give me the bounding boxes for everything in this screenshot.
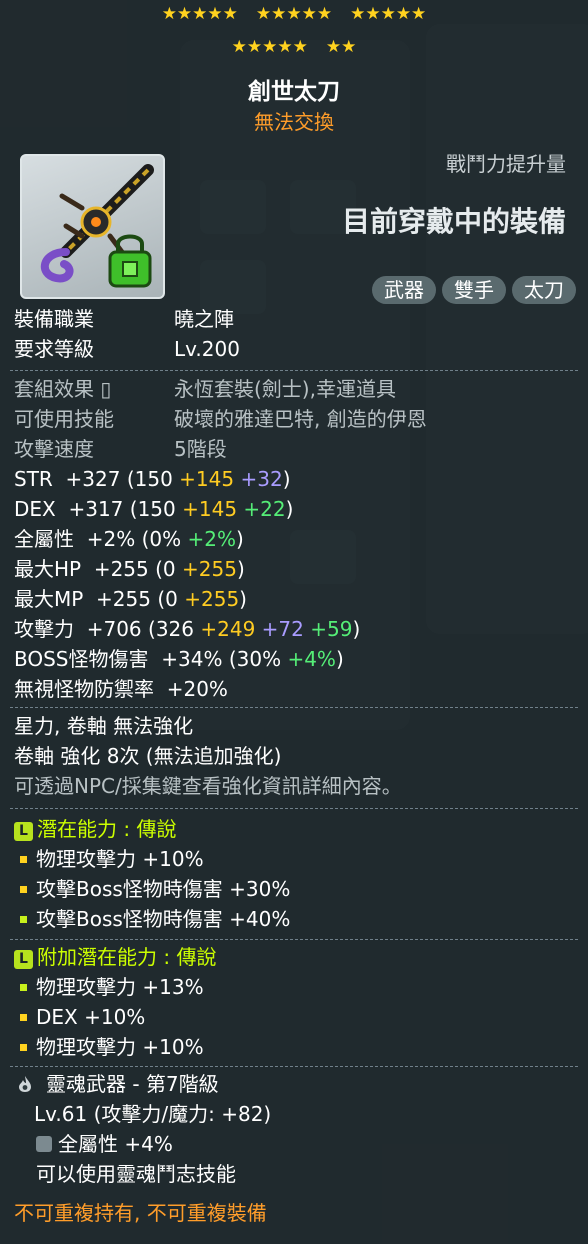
tag-weapon: 武器	[372, 276, 436, 304]
divider	[10, 939, 578, 940]
soul-gem-icon	[36, 1136, 52, 1152]
divider	[10, 1066, 578, 1067]
item-icon-frame	[20, 154, 165, 299]
divider	[10, 707, 578, 708]
level-row: 要求等級 Lv.200	[14, 336, 240, 362]
combat-power-label: 戰鬥力提升量	[446, 152, 566, 176]
level-label: 要求等級	[14, 337, 94, 361]
bullet-icon	[20, 855, 27, 863]
job-value: 曉之陣	[174, 307, 234, 331]
additional-potential-title: L 附加潛在能力 : 傳說	[14, 944, 216, 970]
stat-dex: DEX +317 (150 +145 +22)	[14, 497, 294, 521]
star-group: ★★	[325, 37, 357, 57]
enhance-line-2: 卷軸 強化 8次 (無法追加強化)	[14, 744, 282, 768]
bullet-icon	[20, 915, 27, 923]
katana-icon	[40, 164, 154, 288]
divider	[10, 370, 578, 371]
level-value: Lv.200	[174, 337, 240, 361]
skill-row: 可使用技能 破壞的雅達巴特, 創造的伊恩	[14, 406, 427, 432]
potential-line: 攻擊Boss怪物時傷害 +40%	[14, 906, 290, 932]
unique-restriction: 不可重複持有, 不可重複裝備	[14, 1201, 267, 1225]
star-group: ★★★★★	[161, 4, 238, 24]
stat-ignore-defense: 無視怪物防禦率 +20%	[14, 677, 228, 701]
soul-skill: 可以使用靈魂鬥志技能	[36, 1162, 236, 1186]
star-force-row-1: ★★★★★ ★★★★★ ★★★★★	[0, 4, 588, 24]
bullet-icon	[20, 983, 27, 991]
potential-line: 物理攻擊力 +10%	[14, 846, 204, 872]
equipped-label: 目前穿戴中的裝備	[341, 205, 566, 238]
star-group: ★★★★★	[255, 4, 333, 24]
potential-line: 攻擊Boss怪物時傷害 +30%	[14, 876, 290, 902]
bullet-icon	[20, 1013, 27, 1021]
item-tags: 武器 雙手 太刀	[372, 276, 576, 304]
stat-mp: 最大MP +255 (0 +255)	[14, 587, 247, 611]
speed-value: 5階段	[174, 437, 227, 461]
lock-icon: ▯	[100, 377, 112, 401]
item-tooltip: ★★★★★ ★★★★★ ★★★★★ ★★★★★ ★★ 創世太刀 無法交換 戰鬥力提升量…	[0, 0, 588, 1244]
soul-flame-icon	[19, 1076, 31, 1092]
soul-stat: 全屬性 +4%	[36, 1131, 173, 1157]
speed-label: 攻擊速度	[14, 437, 94, 461]
stat-boss: BOSS怪物傷害 +34% (30% +4%)	[14, 647, 344, 671]
item-name: 創世太刀	[248, 79, 340, 105]
set-label: 套組效果 ▯	[14, 377, 112, 401]
skill-label: 可使用技能	[14, 407, 114, 431]
bullet-icon	[20, 1043, 27, 1051]
bullet-icon	[20, 885, 27, 893]
set-row: 套組效果 ▯ 永恆套裝(劍士),幸運道具	[14, 376, 396, 402]
soul-weapon-title: 靈魂武器 - 第7階級	[14, 1071, 219, 1097]
soul-level: Lv.61 (攻擊力/魔力: +82)	[34, 1102, 272, 1126]
enhance-line-1: 星力, 卷軸 無法強化	[14, 714, 194, 738]
additional-potential-line: 物理攻擊力 +13%	[14, 974, 204, 1000]
skill-value: 破壞的雅達巴特, 創造的伊恩	[174, 407, 427, 431]
speed-row: 攻擊速度 5階段	[14, 436, 227, 462]
additional-potential-line: DEX +10%	[14, 1004, 145, 1030]
legendary-grade-icon: L	[14, 950, 33, 969]
star-force-row-2: ★★★★★ ★★	[0, 37, 588, 57]
stat-attack: 攻擊力 +706 (326 +249 +72 +59)	[14, 617, 361, 641]
stat-hp: 最大HP +255 (0 +255)	[14, 557, 245, 581]
star-group: ★★★★★	[350, 4, 427, 24]
star-group: ★★★★★	[231, 37, 308, 57]
additional-potential-line: 物理攻擊力 +10%	[14, 1034, 204, 1060]
tag-two-handed: 雙手	[442, 276, 506, 304]
stat-all: 全屬性 +2% (0% +2%)	[14, 527, 244, 551]
job-row: 裝備職業 曉之陣	[14, 306, 234, 332]
legendary-grade-icon: L	[14, 822, 33, 841]
tag-katana: 太刀	[512, 276, 576, 304]
set-value: 永恆套裝(劍士),幸運道具	[174, 377, 396, 401]
job-label: 裝備職業	[14, 307, 94, 331]
divider	[10, 808, 578, 809]
trade-status: 無法交換	[254, 110, 334, 134]
potential-title: L 潛在能力 : 傳說	[14, 816, 176, 842]
enhance-hint: 可透過NPC/採集鍵查看強化資訊詳細內容。	[14, 774, 402, 798]
stat-str: STR +327 (150 +145 +32)	[14, 467, 291, 491]
